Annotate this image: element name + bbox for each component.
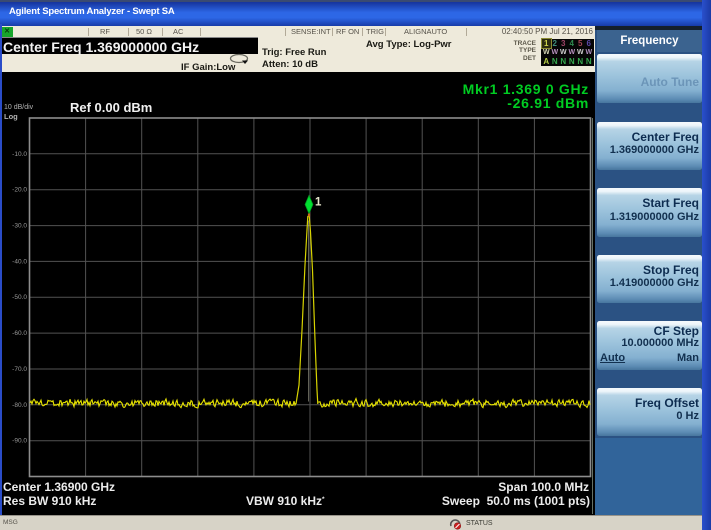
svg-text:-70.0: -70.0 bbox=[12, 366, 27, 373]
svg-text:-80.0: -80.0 bbox=[12, 402, 27, 409]
svg-text:-10.0: -10.0 bbox=[12, 151, 27, 158]
svg-text:-50.0: -50.0 bbox=[12, 294, 27, 301]
svg-text:-60.0: -60.0 bbox=[12, 330, 27, 337]
svg-text:-90.0: -90.0 bbox=[12, 438, 27, 445]
svg-text:-20.0: -20.0 bbox=[12, 187, 27, 194]
svg-text:1: 1 bbox=[315, 197, 322, 209]
svg-text:-30.0: -30.0 bbox=[12, 223, 27, 230]
svg-text:-40.0: -40.0 bbox=[12, 258, 27, 265]
